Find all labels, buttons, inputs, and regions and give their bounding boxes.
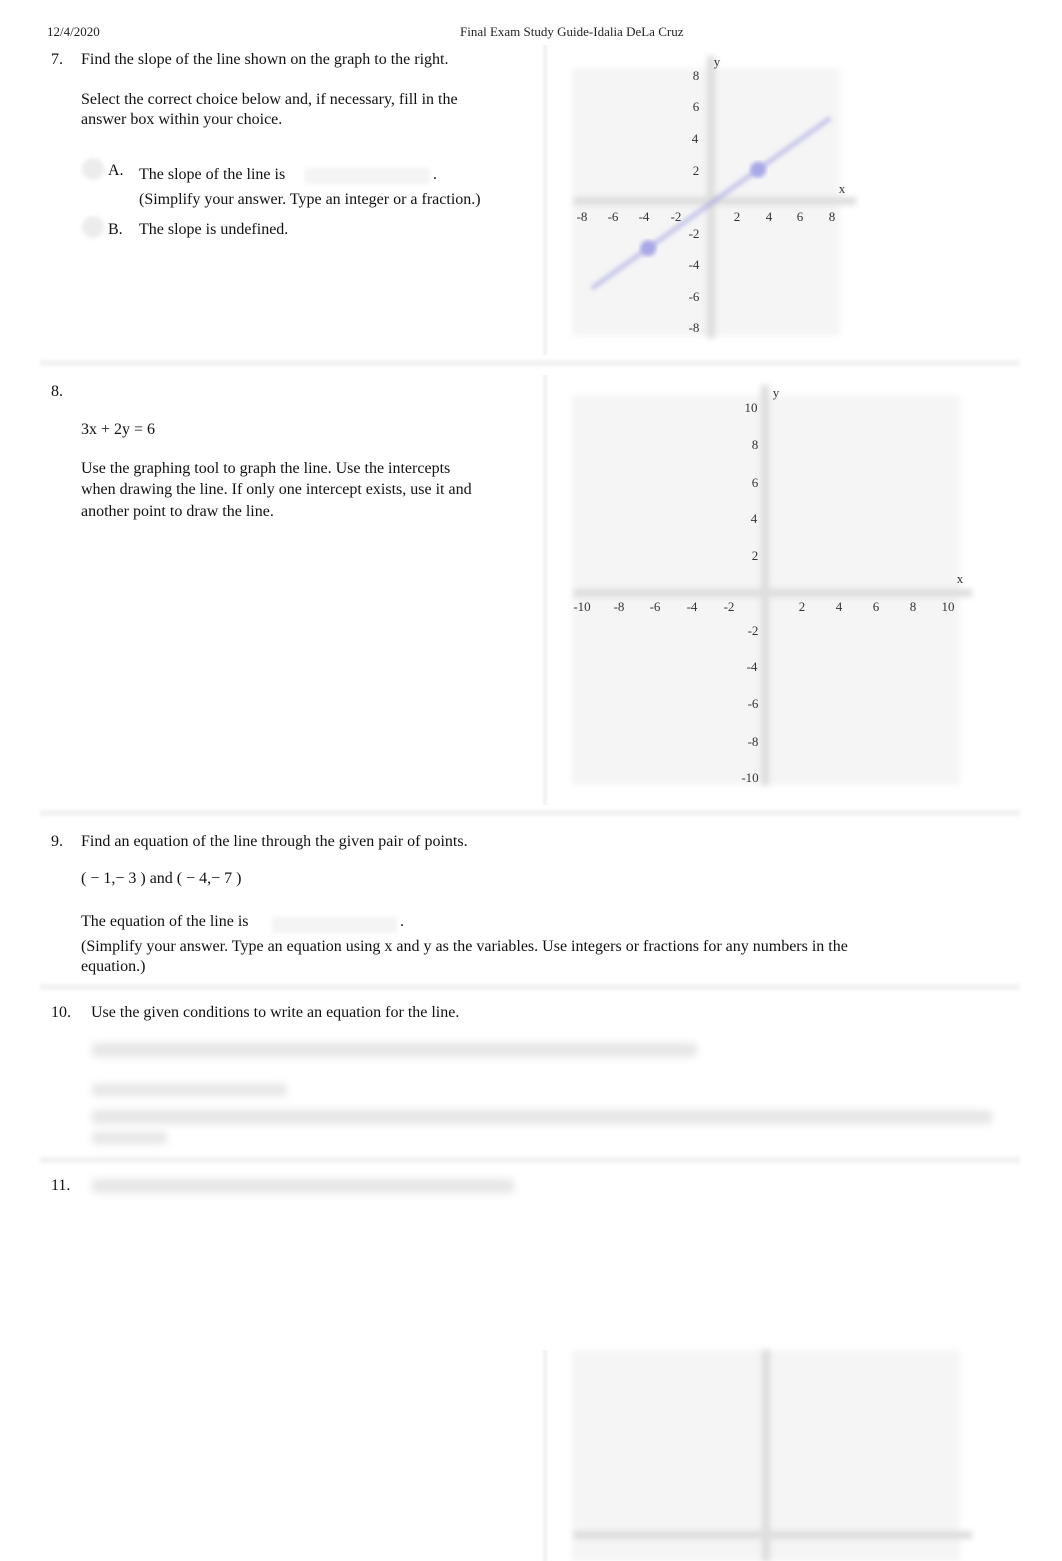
choice-a-hint: (Simplify your answer. Type an integer o… (139, 191, 481, 208)
y-tick: -4 (746, 659, 758, 674)
y-tick: 2 (751, 548, 759, 563)
y-tick: 6 (751, 475, 759, 490)
question-divider (40, 982, 1020, 992)
choice-b-radio[interactable] (82, 216, 104, 238)
question-divider (40, 808, 1020, 818)
y-tick: 10 (744, 400, 758, 415)
y-axis (761, 385, 769, 785)
y-tick: 4 (691, 131, 699, 146)
slope-answer-box[interactable] (305, 168, 430, 184)
header-title: Final Exam Study Guide-Idalia DeLa Cruz (460, 24, 684, 39)
x-tick: 4 (835, 599, 843, 614)
x-tick: 2 (733, 209, 741, 224)
question-divider (40, 1155, 1020, 1165)
y-tick: -10 (741, 770, 759, 785)
q7-number: 7. (51, 51, 63, 68)
y-tick: 8 (692, 68, 700, 83)
y-tick: -8 (688, 320, 700, 335)
y-tick: -4 (688, 257, 700, 272)
period: . (433, 166, 437, 183)
x-tick: -8 (576, 209, 588, 224)
y-tick: 4 (750, 511, 758, 526)
y-tick: 2 (692, 163, 700, 178)
x-axis-label: x (838, 181, 846, 196)
q8-equation: 3x + 2y = 6 (81, 421, 156, 438)
y-tick: 8 (751, 437, 759, 452)
column-divider (541, 45, 549, 355)
blurred-text (92, 1179, 514, 1193)
x-axis-label: x (956, 571, 964, 586)
blurred-text (92, 1084, 287, 1096)
q9-number: 9. (51, 833, 63, 850)
y-axis (762, 1350, 770, 1561)
choice-a-letter: A. (108, 162, 124, 179)
q8-number: 8. (51, 383, 63, 400)
x-tick: 6 (872, 599, 880, 614)
q10-prompt: Use the given conditions to write an equ… (91, 1004, 460, 1021)
document-page: 12/4/2020 Final Exam Study Guide-Idalia … (0, 0, 1062, 1561)
blurred-text (92, 1110, 992, 1124)
x-tick: -6 (649, 599, 661, 614)
q9-prompt: Find an equation of the line through the… (81, 833, 468, 850)
q7-instruction: Select the correct choice below and, if … (81, 91, 458, 108)
y-axis-label: y (772, 385, 780, 400)
x-tick: -4 (638, 209, 650, 224)
x-tick: -8 (613, 599, 625, 614)
question-divider (40, 358, 1020, 368)
choice-a-text: The slope of the line is (139, 166, 286, 183)
x-tick: -2 (670, 209, 682, 224)
equation-answer-box[interactable] (272, 917, 397, 933)
y-tick: 6 (692, 99, 700, 114)
x-tick: 8 (909, 599, 917, 614)
header-date: 12/4/2020 (47, 24, 100, 39)
y-tick: -2 (688, 226, 700, 241)
choice-b-text: The slope is undefined. (139, 221, 289, 238)
y-tick: -6 (688, 289, 700, 304)
x-axis (574, 1531, 972, 1539)
x-tick: 8 (828, 209, 836, 224)
q7-prompt: Find the slope of the line shown on the … (81, 51, 449, 68)
q7-instruction: answer box within your choice. (81, 111, 283, 128)
x-tick: 10 (941, 599, 955, 614)
x-tick: -4 (686, 599, 698, 614)
x-axis (574, 589, 972, 597)
column-divider (541, 375, 549, 805)
q9-hint: (Simplify your answer. Type an equation … (81, 938, 848, 955)
y-tick: -2 (747, 623, 759, 638)
y-axis-label: y (713, 54, 721, 69)
q8-instruction: Use the graphing tool to graph the line.… (81, 460, 451, 477)
x-tick: 4 (765, 209, 773, 224)
q9-hint: equation.) (81, 958, 146, 975)
y-tick: -6 (747, 696, 759, 711)
blurred-text (92, 1043, 697, 1057)
x-tick: -10 (573, 599, 591, 614)
choice-b-letter: B. (108, 221, 123, 238)
column-divider (541, 1350, 549, 1561)
choice-a-radio[interactable] (82, 158, 104, 180)
x-tick: -6 (607, 209, 619, 224)
q8-instruction: another point to draw the line. (81, 503, 274, 520)
q9-points: ( − 1,− 3 ) and ( − 4,− 7 ) (81, 870, 242, 887)
line-point (750, 161, 767, 178)
q9-answer-text: The equation of the line is (81, 913, 249, 930)
q10-number: 10. (51, 1004, 71, 1021)
period: . (400, 913, 404, 930)
graphed-line (590, 115, 832, 291)
q8-instruction: when drawing the line. If only one inter… (81, 481, 472, 498)
y-tick: -8 (747, 734, 759, 749)
line-point (640, 240, 657, 257)
x-tick: -2 (723, 599, 735, 614)
q7-line-svg (590, 115, 832, 291)
x-tick: 6 (796, 209, 804, 224)
blurred-text (92, 1132, 167, 1144)
q11-number: 11. (51, 1177, 71, 1194)
x-tick: 2 (798, 599, 806, 614)
